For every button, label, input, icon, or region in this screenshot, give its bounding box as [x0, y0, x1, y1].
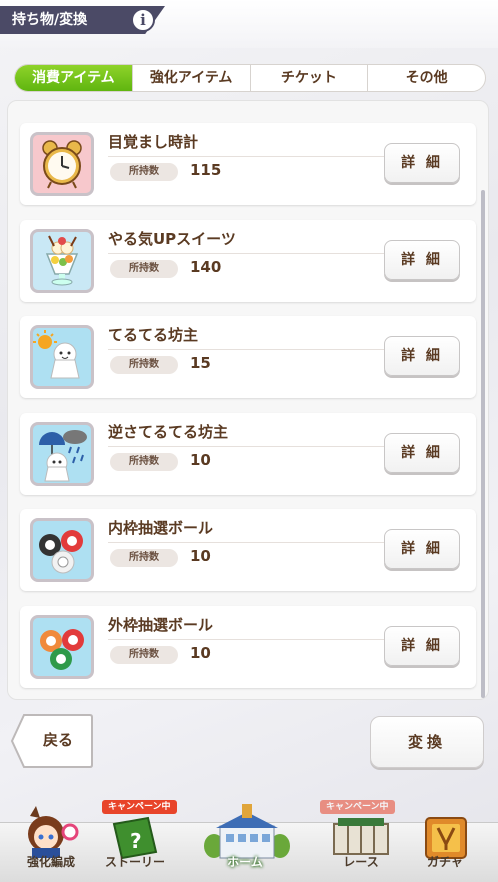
- detail-button[interactable]: 詳 細: [384, 143, 460, 183]
- nav-label: 強化編成: [26, 855, 75, 869]
- detail-button[interactable]: 詳 細: [384, 240, 460, 280]
- alarm-clock-icon: [30, 132, 94, 196]
- list-item: 逆さてるてる坊主 所持数 10 詳 細: [20, 413, 476, 495]
- character-icon: [28, 806, 79, 858]
- own-count-value: 10: [190, 547, 211, 565]
- nav-gacha[interactable]: ガチャ: [400, 790, 490, 882]
- back-button[interactable]: 戻る: [14, 716, 92, 766]
- tab-tickets[interactable]: チケット: [251, 65, 369, 91]
- nav-story[interactable]: キャンペーン中 ? ストーリー: [90, 790, 180, 882]
- own-count-value: 115: [190, 161, 222, 179]
- convert-button[interactable]: 変換: [370, 716, 484, 768]
- nav-race[interactable]: キャンペーン中 レース: [316, 790, 406, 882]
- inner-lottery-balls-icon: [30, 518, 94, 582]
- own-count-value: 15: [190, 354, 211, 372]
- item-name: 目覚まし時計: [108, 133, 199, 151]
- list-item: やる気UPスイーツ 所持数 140 詳 細: [20, 220, 476, 302]
- list-item: てるてる坊主 所持数 15 詳 細: [20, 316, 476, 398]
- list-item: 内枠抽選ボール 所持数 10 詳 細: [20, 509, 476, 591]
- own-count-value: 10: [190, 644, 211, 662]
- tab-others[interactable]: その他: [368, 65, 485, 91]
- campaign-badge: キャンペーン中: [102, 800, 177, 814]
- upside-down-teru-teru-bozu-icon: [30, 422, 94, 486]
- own-count-label: 所持数: [110, 453, 178, 471]
- detail-button[interactable]: 詳 細: [384, 433, 460, 473]
- bottom-nav: 強化編成 キャンペーン中 ? ストーリー ホーム キャンペーン中 レース ガチャ: [0, 790, 498, 882]
- detail-button[interactable]: 詳 細: [384, 626, 460, 666]
- own-count-label: 所持数: [110, 163, 178, 181]
- parfait-icon: [30, 229, 94, 293]
- divider: [108, 349, 392, 350]
- item-name: 内枠抽選ボール: [108, 519, 214, 537]
- campaign-badge: キャンペーン中: [320, 800, 395, 814]
- tab-enhancement-items[interactable]: 強化アイテム: [133, 65, 251, 91]
- nav-label: ストーリー: [104, 855, 165, 869]
- own-count-value: 10: [190, 451, 211, 469]
- tab-consumable-items[interactable]: 消費アイテム: [15, 65, 133, 91]
- nav-label: ガチャ: [427, 855, 463, 869]
- own-count-value: 140: [190, 258, 222, 276]
- nav-label: レース: [343, 855, 379, 869]
- detail-button[interactable]: 詳 細: [384, 529, 460, 569]
- teru-teru-bozu-icon: [30, 325, 94, 389]
- detail-button[interactable]: 詳 細: [384, 336, 460, 376]
- item-name: やる気UPスイーツ: [108, 230, 236, 248]
- item-name: てるてる坊主: [108, 326, 199, 344]
- nav-enhance-formation[interactable]: 強化編成: [6, 790, 96, 882]
- list-item: 目覚まし時計 所持数 115 詳 細: [20, 123, 476, 205]
- list-item: 外枠抽選ボール 所持数 10 詳 細: [20, 606, 476, 688]
- item-name: 外枠抽選ボール: [108, 616, 214, 634]
- divider: [108, 253, 392, 254]
- own-count-label: 所持数: [110, 646, 178, 664]
- own-count-label: 所持数: [110, 260, 178, 278]
- own-count-label: 所持数: [110, 549, 178, 567]
- divider: [108, 542, 392, 543]
- info-button[interactable]: i: [131, 8, 155, 32]
- outer-lottery-balls-icon: [30, 615, 94, 679]
- divider: [108, 156, 392, 157]
- divider: [108, 446, 392, 447]
- svg-text:?: ?: [130, 829, 142, 853]
- nav-home[interactable]: ホーム: [200, 790, 290, 882]
- divider: [108, 639, 392, 640]
- own-count-label: 所持数: [110, 356, 178, 374]
- nav-label: ホーム: [227, 855, 263, 869]
- header-bar: 持ち物/変換 i: [0, 0, 498, 48]
- list-scrollbar[interactable]: [481, 190, 485, 698]
- category-tabs: 消費アイテム 強化アイテム チケット その他: [14, 64, 486, 92]
- item-name: 逆さてるてる坊主: [108, 423, 229, 441]
